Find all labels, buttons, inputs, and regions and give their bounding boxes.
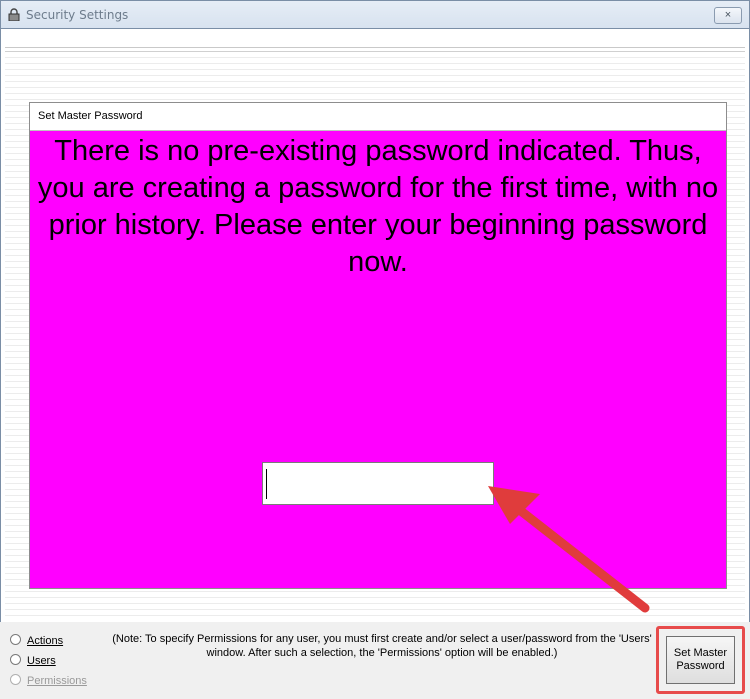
option-users[interactable]: Users xyxy=(10,654,56,667)
radio-actions[interactable] xyxy=(10,634,21,645)
option-actions-label: Actions xyxy=(27,635,64,647)
set-button-line2: Password xyxy=(676,660,725,672)
title-bar: Security Settings × xyxy=(0,0,750,29)
annotation-arrow xyxy=(488,486,650,613)
toolbar-strip xyxy=(5,33,745,48)
bottom-panel: Actions Users Permissions (Note: To spec… xyxy=(0,622,750,699)
option-actions[interactable]: Actions xyxy=(10,634,63,647)
button-highlight: Set Master Password xyxy=(656,626,745,694)
lock-icon xyxy=(8,8,20,21)
text-caret xyxy=(266,469,267,499)
password-input[interactable] xyxy=(262,462,494,505)
set-button-line1: Set Master xyxy=(673,647,728,659)
option-permissions: Permissions xyxy=(10,674,87,687)
radio-permissions xyxy=(10,674,21,685)
panel-header: Set Master Password xyxy=(30,103,726,131)
option-users-label: Users xyxy=(27,655,56,667)
radio-users[interactable] xyxy=(10,654,21,665)
close-button[interactable]: × xyxy=(714,7,742,24)
option-permissions-label: Permissions xyxy=(27,675,87,687)
permissions-note: (Note: To specify Permissions for any us… xyxy=(112,633,652,659)
set-master-password-button[interactable]: Set Master Password xyxy=(666,636,735,684)
instruction-message: There is no pre-existing password indica… xyxy=(37,135,719,278)
window-title: Security Settings xyxy=(26,8,129,22)
